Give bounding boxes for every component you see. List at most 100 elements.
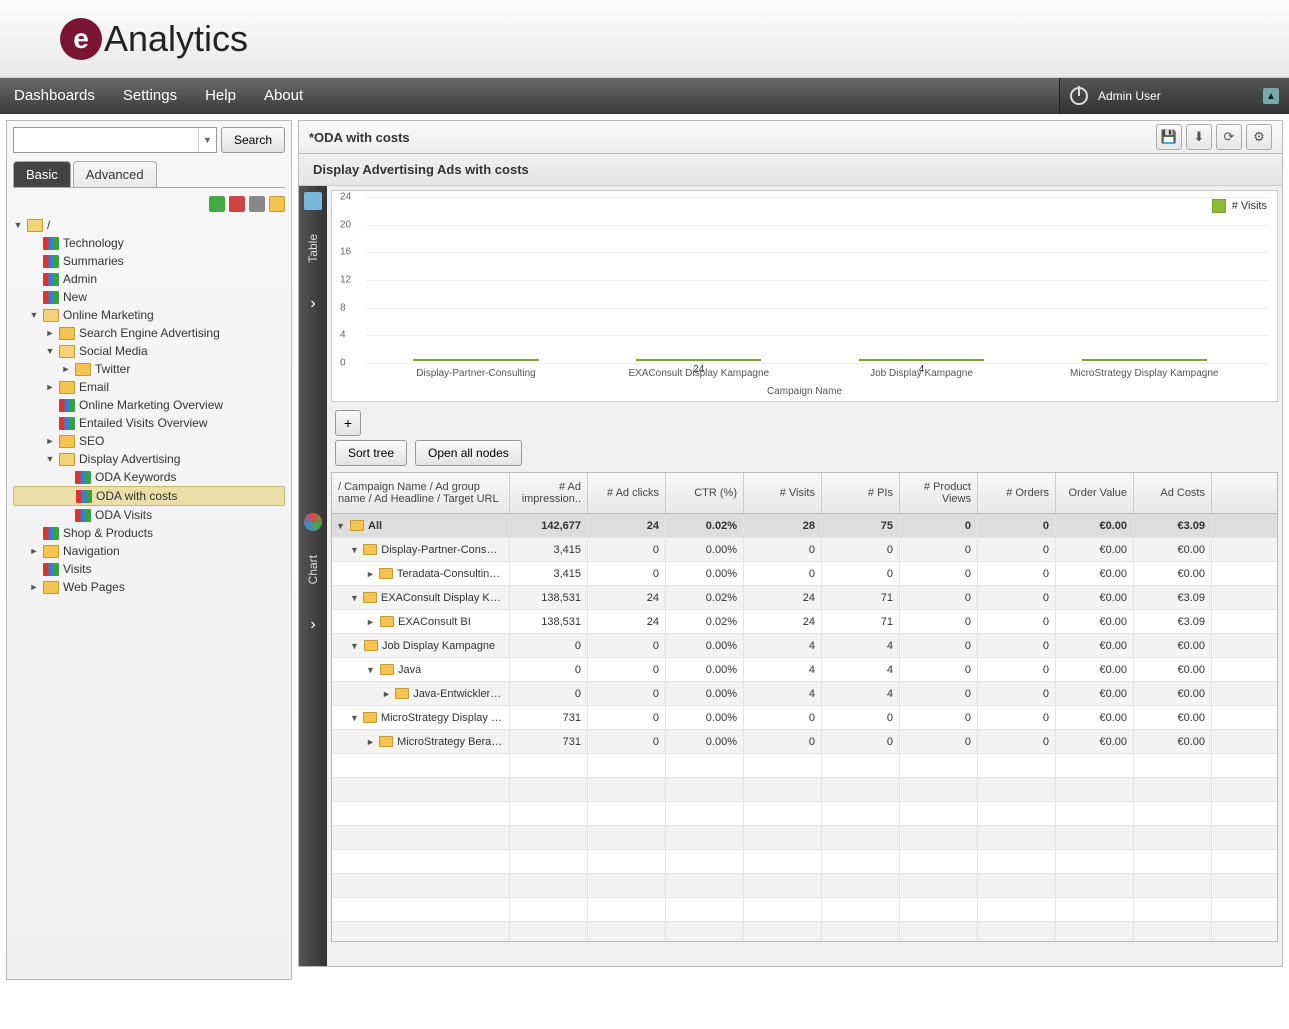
- chart-bar[interactable]: [413, 359, 538, 361]
- tree-item[interactable]: Summaries: [13, 252, 285, 270]
- doc-title: *ODA with costs: [309, 130, 410, 145]
- table-row[interactable]: ►Teradata-Consulting-Displa3,41500.00%00…: [332, 562, 1277, 586]
- table-row: [332, 898, 1277, 922]
- chart-view-icon: [304, 513, 322, 531]
- tree-item[interactable]: ODA Keywords: [13, 468, 285, 486]
- tree-item[interactable]: ▼Online Marketing: [13, 306, 285, 324]
- gear-icon[interactable]: [249, 196, 265, 212]
- table-row: [332, 802, 1277, 826]
- tree-item[interactable]: Admin: [13, 270, 285, 288]
- logo-badge: e: [60, 18, 102, 60]
- table-row: [332, 850, 1277, 874]
- power-icon: [1070, 87, 1088, 105]
- tab-basic[interactable]: Basic: [13, 161, 71, 187]
- table-row: [332, 826, 1277, 850]
- chart-bar[interactable]: 4: [859, 359, 984, 361]
- refresh-button[interactable]: ⟳: [1216, 124, 1242, 150]
- expand-chart-icon[interactable]: ›: [310, 295, 315, 313]
- tree-item[interactable]: ►Twitter: [13, 360, 285, 378]
- search-button[interactable]: Search: [221, 127, 285, 153]
- tab-advanced[interactable]: Advanced: [73, 161, 157, 187]
- tree-item[interactable]: Shop & Products: [13, 524, 285, 542]
- sidebar-actions: [13, 192, 285, 216]
- table-row[interactable]: ►EXAConsult BI138,531240.02%247100€0.00€…: [332, 610, 1277, 634]
- tree-item[interactable]: Online Marketing Overview: [13, 396, 285, 414]
- nav-help[interactable]: Help: [191, 78, 250, 114]
- vtab-table[interactable]: Table: [306, 216, 320, 281]
- sidebar-tabs: Basic Advanced: [13, 161, 285, 188]
- save-button[interactable]: 💾: [1156, 124, 1182, 150]
- app-header: eAnalytics: [0, 0, 1289, 78]
- expand-table-icon[interactable]: ›: [310, 616, 315, 634]
- search-input-wrap: ▼: [13, 127, 217, 153]
- nav-dashboards[interactable]: Dashboards: [0, 78, 109, 114]
- column-header[interactable]: # Visits: [744, 473, 822, 513]
- x-axis-label: Campaign Name: [332, 386, 1277, 397]
- logo-text: Analytics: [104, 18, 248, 60]
- content-area: *ODA with costs 💾 ⬇ ⟳ ⚙ Display Advertis…: [298, 120, 1283, 980]
- remove-icon[interactable]: [229, 196, 245, 212]
- sort-tree-button[interactable]: Sort tree: [335, 440, 407, 466]
- tree-item[interactable]: Technology: [13, 234, 285, 252]
- tree-item[interactable]: Entailed Visits Overview: [13, 414, 285, 432]
- table-row[interactable]: ▼Job Display Kampagne000.00%4400€0.00€0.…: [332, 634, 1277, 658]
- folder-icon[interactable]: [269, 196, 285, 212]
- column-header[interactable]: # Ad clicks: [588, 473, 666, 513]
- app-logo: eAnalytics: [60, 18, 248, 60]
- tree-item[interactable]: Visits: [13, 560, 285, 578]
- user-name: Admin User: [1098, 89, 1161, 103]
- open-all-nodes-button[interactable]: Open all nodes: [415, 440, 522, 466]
- settings-button[interactable]: ⚙: [1246, 124, 1272, 150]
- table-row: [332, 754, 1277, 778]
- vtab-chart[interactable]: Chart: [306, 537, 320, 602]
- table-row[interactable]: ►Java-Entwickler/in ?000.00%4400€0.00€0.…: [332, 682, 1277, 706]
- table-row[interactable]: ▼MicroStrategy Display Kampag73100.00%00…: [332, 706, 1277, 730]
- view-rail: Table › Chart ›: [299, 186, 327, 966]
- table-row[interactable]: ▼Java000.00%4400€0.00€0.00: [332, 658, 1277, 682]
- column-header[interactable]: CTR (%): [666, 473, 744, 513]
- panel-title: Display Advertising Ads with costs: [299, 154, 1282, 186]
- sidebar: ▼ Search Basic Advanced ▼/ TechnologySum…: [6, 120, 292, 980]
- add-chart-button[interactable]: +: [335, 410, 361, 436]
- column-header[interactable]: # Ad impression..: [510, 473, 588, 513]
- table-row[interactable]: ▼Display-Partner-Consulting3,41500.00%00…: [332, 538, 1277, 562]
- table-row: [332, 874, 1277, 898]
- main-nav: Dashboards Settings Help About Admin Use…: [0, 78, 1289, 114]
- tree-item[interactable]: ►Email: [13, 378, 285, 396]
- table-row[interactable]: ▼EXAConsult Display Kampagne138,531240.0…: [332, 586, 1277, 610]
- column-header[interactable]: Order Value: [1056, 473, 1134, 513]
- table-row[interactable]: ►MicroStrategy Beratung73100.00%0000€0.0…: [332, 730, 1277, 754]
- doc-header: *ODA with costs 💾 ⬇ ⟳ ⚙: [298, 120, 1283, 154]
- tree-item[interactable]: ▼Social Media: [13, 342, 285, 360]
- table-row: [332, 922, 1277, 942]
- download-button[interactable]: ⬇: [1186, 124, 1212, 150]
- search-input[interactable]: [14, 128, 198, 152]
- chart-bar[interactable]: 24: [636, 359, 761, 361]
- data-table: / Campaign Name / Ad group name / Ad Hea…: [331, 472, 1278, 942]
- table-row: [332, 778, 1277, 802]
- tree-root[interactable]: ▼/: [13, 216, 285, 234]
- nav-settings[interactable]: Settings: [109, 78, 191, 114]
- tree-item[interactable]: ►Navigation: [13, 542, 285, 560]
- chevron-up-icon: ▲: [1263, 88, 1279, 104]
- user-menu[interactable]: Admin User ▲: [1059, 78, 1289, 114]
- tree-item[interactable]: ODA Visits: [13, 506, 285, 524]
- chart-bar[interactable]: [1082, 359, 1207, 361]
- column-header[interactable]: / Campaign Name / Ad group name / Ad Hea…: [332, 473, 510, 513]
- tree-item[interactable]: ►Web Pages: [13, 578, 285, 596]
- tree-item[interactable]: ▼Display Advertising: [13, 450, 285, 468]
- tree-item[interactable]: ODA with costs: [13, 486, 285, 506]
- table-row[interactable]: ▼All142,677240.02%287500€0.00€3.09: [332, 514, 1277, 538]
- column-header[interactable]: # PIs: [822, 473, 900, 513]
- column-header[interactable]: # Orders: [978, 473, 1056, 513]
- tree-item[interactable]: ►Search Engine Advertising: [13, 324, 285, 342]
- nav-about[interactable]: About: [250, 78, 317, 114]
- add-icon[interactable]: [209, 196, 225, 212]
- tree-item[interactable]: New: [13, 288, 285, 306]
- report-tree: ▼/ TechnologySummariesAdminNew▼Online Ma…: [13, 216, 285, 596]
- column-header[interactable]: Ad Costs: [1134, 473, 1212, 513]
- table-view-icon: [304, 192, 322, 210]
- tree-item[interactable]: ►SEO: [13, 432, 285, 450]
- search-dropdown-icon[interactable]: ▼: [198, 128, 216, 152]
- column-header[interactable]: # Product Views: [900, 473, 978, 513]
